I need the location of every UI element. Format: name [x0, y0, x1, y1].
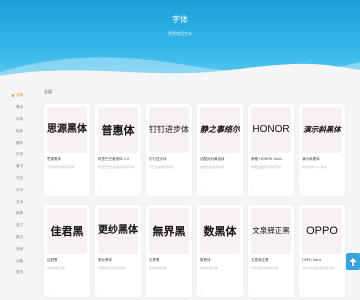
font-preview: 無界黑 [149, 208, 189, 254]
font-description: 免费商用字体 [47, 266, 66, 270]
sidebar-item[interactable]: 书法 [12, 173, 36, 185]
font-card[interactable]: 静之事络尔 站酷庆科黄油体 站酷出品免费商用 ☆ [197, 104, 243, 196]
section-title: 全部 [44, 89, 52, 94]
font-name: 钉钉进步体 [149, 157, 167, 161]
sidebar-item[interactable]: 艺术 [12, 196, 36, 208]
font-description: 站酷出品免费商用 [200, 165, 225, 169]
sidebar-item[interactable]: 隶书 [12, 161, 36, 173]
font-card[interactable]: 演示斜黑体 演示斜黑体 免费商用 Pro 版本 ☆ [299, 104, 345, 196]
font-name: 佳君黑 [47, 258, 58, 262]
font-name: 荣耀 HONOR Sans [251, 157, 282, 161]
sidebar-item[interactable]: 合集 [12, 255, 36, 267]
arrow-up-icon [349, 257, 357, 266]
preview-text: 数黑体 [203, 224, 237, 238]
preview-text: 更纱黑体 [98, 225, 138, 236]
preview-text: 佳君黑 [50, 224, 84, 238]
font-card[interactable]: 文泉驿正黑 文泉驿正黑 开源免费可商用字体 ☆ [248, 205, 294, 297]
font-card[interactable]: 钉钉进步体 钉钉进步体 钉钉出品免费商用 ☆ [146, 104, 192, 196]
star-icon[interactable]: ☆ [98, 187, 101, 191]
font-name: 思源黑体 [47, 157, 61, 161]
page-subtitle: 免费商用字体 [168, 31, 192, 36]
sidebar-item[interactable]: 英文 [12, 220, 36, 232]
font-card[interactable]: 思源黑体 思源黑体 开源免费可商用字体 ☆ [44, 104, 90, 196]
font-card[interactable]: 佳君黑 佳君黑 免费商用字体 ☆ [44, 205, 90, 297]
font-name: 无界黑 [149, 258, 160, 262]
sidebar-item-all[interactable]: 全部 [12, 90, 36, 102]
font-name: 文泉驿正黑 [251, 258, 269, 262]
sidebar-item[interactable]: 圆体 [12, 137, 36, 149]
sidebar-item[interactable]: 像素 [12, 208, 36, 220]
wave-decoration [0, 57, 360, 80]
star-icon[interactable]: ☆ [149, 187, 152, 191]
star-icon[interactable]: ☆ [47, 187, 50, 191]
font-name: 阿里巴巴普惠体 2.0 [98, 157, 130, 161]
sidebar-item[interactable]: 更多 [12, 267, 36, 279]
sidebar-item[interactable]: 宋体 [12, 114, 36, 126]
sidebar-item[interactable]: 仿宋 [12, 149, 36, 161]
font-preview: 静之事络尔 [200, 107, 240, 153]
star-icon[interactable]: ☆ [302, 288, 305, 292]
sidebar-item[interactable]: 楷体 [12, 125, 36, 137]
star-icon[interactable]: ☆ [200, 187, 203, 191]
star-icon[interactable]: ☆ [149, 288, 152, 292]
font-description: 开源免费可商用字体 [251, 266, 279, 270]
star-icon[interactable]: ☆ [200, 288, 203, 292]
preview-text: 文泉驿正黑 [252, 226, 290, 236]
font-name: 演示斜黑体 [302, 157, 320, 161]
preview-text: HONOR [252, 124, 290, 135]
star-icon[interactable]: ☆ [251, 187, 254, 191]
sidebar-item[interactable]: 手写 [12, 184, 36, 196]
font-description: 开源免费可商用字体 [98, 266, 126, 270]
sidebar-item[interactable]: 其他 [12, 243, 36, 255]
preview-text: 静之事络尔 [200, 125, 240, 134]
preview-text: 普惠体 [101, 123, 135, 137]
font-card[interactable]: 普惠体 阿里巴巴普惠体 2.0 阿里巴巴出品免费商用字体 ☆ [95, 104, 141, 196]
font-card[interactable]: 更纱黑体 更纱黑体 开源免费可商用字体 ☆ [95, 205, 141, 297]
font-description: 荣耀出品免费商用字体 [251, 165, 282, 169]
font-description: 免费商用 Pro 版本 [302, 165, 327, 169]
font-description: 钉钉出品免费商用 [149, 165, 174, 169]
category-sidebar: 全部 黑体 宋体 楷体 圆体 仿宋 隶书 书法 手写 艺术 像素 英文 数字 其… [12, 90, 36, 279]
preview-text: 钉钉进步体 [149, 125, 189, 134]
font-card[interactable]: OPPO OPPO Sans OPPO出品免费商用字体 ☆ [299, 205, 345, 297]
font-preview: 文泉驿正黑 [251, 208, 291, 254]
font-name: 数黑体 [200, 258, 211, 262]
font-description: 免费商用字体 [149, 266, 168, 270]
font-preview: 思源黑体 [47, 107, 87, 153]
preview-text: OPPO [306, 224, 338, 237]
font-preview: 佳君黑 [47, 208, 87, 254]
font-description: 开源免费可商用字体 [47, 165, 75, 169]
star-icon[interactable]: ☆ [47, 288, 50, 292]
font-card[interactable]: 数黑体 数黑体 免费商用字体 ☆ [197, 205, 243, 297]
font-description: OPPO出品免费商用字体 [302, 266, 335, 270]
font-description: 阿里巴巴出品免费商用字体 [98, 165, 135, 169]
star-icon[interactable]: ☆ [98, 288, 101, 292]
preview-text: 無界黑 [152, 224, 186, 238]
font-preview: 钉钉进步体 [149, 107, 189, 153]
font-preview: 演示斜黑体 [302, 107, 342, 153]
star-icon[interactable]: ☆ [251, 288, 254, 292]
font-card[interactable]: HONOR 荣耀 HONOR Sans 荣耀出品免费商用字体 ☆ [248, 104, 294, 196]
preview-text: 思源黑体 [47, 124, 87, 135]
font-card[interactable]: 無界黑 无界黑 免费商用字体 ☆ [146, 205, 192, 297]
font-preview: OPPO [302, 208, 342, 254]
font-preview: 普惠体 [98, 107, 138, 153]
sidebar-item[interactable]: 数字 [12, 232, 36, 244]
font-preview: 更纱黑体 [98, 208, 138, 254]
font-preview: 数黑体 [200, 208, 240, 254]
font-description: 免费商用字体 [200, 266, 219, 270]
sidebar-item[interactable]: 黑体 [12, 102, 36, 114]
star-icon[interactable]: ☆ [302, 187, 305, 191]
preview-text: 演示斜黑体 [303, 125, 341, 135]
hero-banner: 字体 免费商用字体 [0, 0, 360, 80]
font-name: OPPO Sans [302, 258, 322, 262]
back-to-top-button[interactable] [346, 253, 360, 270]
page-title: 字体 [172, 15, 188, 24]
font-preview: HONOR [251, 107, 291, 153]
font-name: 站酷庆科黄油体 [200, 157, 225, 161]
font-name: 更纱黑体 [98, 258, 112, 262]
